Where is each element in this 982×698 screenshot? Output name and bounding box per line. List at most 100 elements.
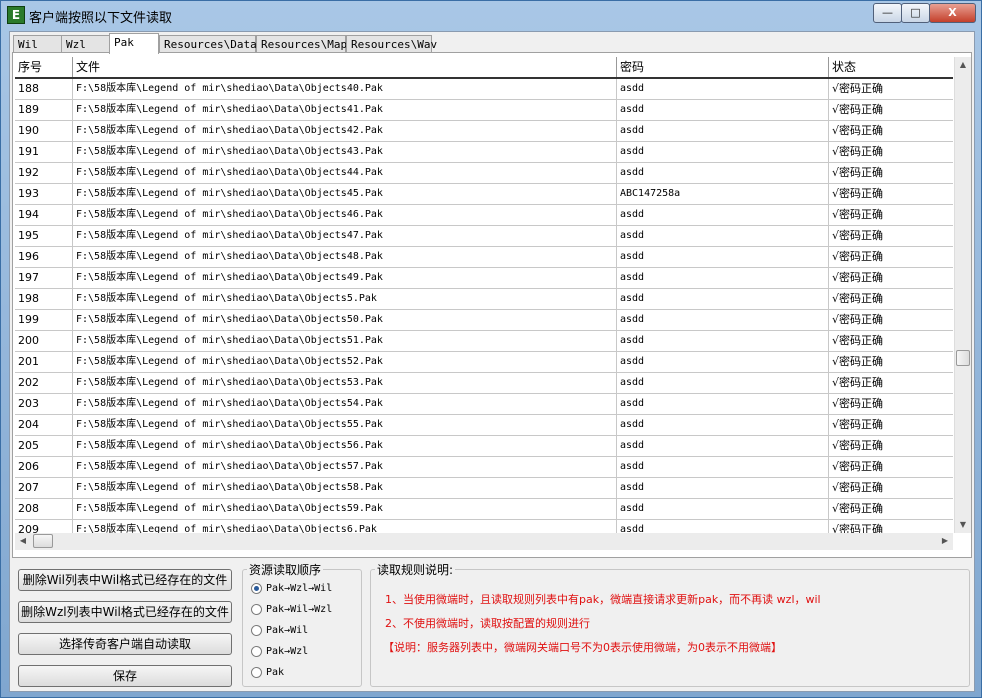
cell-status: √密码正确 [832, 439, 884, 452]
scroll-up-icon[interactable]: ▲ [955, 57, 971, 73]
cell-password: asdd [617, 352, 829, 372]
radio-icon[interactable] [251, 667, 262, 678]
scroll-down-icon[interactable]: ▼ [955, 517, 971, 533]
radio-checked-icon[interactable] [251, 583, 262, 594]
tab-wil[interactable]: Wil [13, 35, 62, 52]
cell-index: 205 [15, 436, 73, 456]
vertical-scrollbar[interactable]: ▲ ▼ [954, 57, 971, 533]
cell-password: asdd [617, 520, 829, 533]
cell-index: 204 [15, 415, 73, 435]
cell-index: 198 [15, 289, 73, 309]
horizontal-scrollbar[interactable]: ◀ ▶ [15, 533, 953, 550]
cell-password: asdd [617, 121, 829, 141]
minimize-button[interactable]: — [873, 3, 902, 23]
title-bar[interactable]: E 客户端按照以下文件读取 — □ X [1, 1, 981, 29]
cell-status: √密码正确 [832, 166, 884, 179]
table-row[interactable]: 188 F:\58版本库\Legend of mir\shediao\Data\O… [15, 79, 953, 100]
table-row[interactable]: 209 F:\58版本库\Legend of mir\shediao\Data\O… [15, 520, 953, 533]
delete-wzl-button[interactable]: 删除Wzl列表中Wil格式已经存在的文件 [18, 601, 232, 623]
cell-file: F:\58版本库\Legend of mir\shediao\Data\Obje… [73, 100, 617, 120]
cell-file: F:\58版本库\Legend of mir\shediao\Data\Obje… [73, 121, 617, 141]
rules-title: 读取规则说明: [375, 561, 456, 578]
table-row[interactable]: 197 F:\58版本库\Legend of mir\shediao\Data\O… [15, 268, 953, 289]
column-header-status[interactable]: 状态 [829, 57, 953, 77]
cell-index: 201 [15, 352, 73, 372]
table-row[interactable]: 200 F:\58版本库\Legend of mir\shediao\Data\O… [15, 331, 953, 352]
cell-file: F:\58版本库\Legend of mir\shediao\Data\Obje… [73, 415, 617, 435]
maximize-button[interactable]: □ [901, 3, 930, 23]
table-row[interactable]: 198 F:\58版本库\Legend of mir\shediao\Data\O… [15, 289, 953, 310]
column-header-password[interactable]: 密码 [617, 57, 829, 77]
scroll-right-icon[interactable]: ▶ [937, 533, 953, 549]
cell-status: √密码正确 [832, 187, 884, 200]
cell-file: F:\58版本库\Legend of mir\shediao\Data\Obje… [73, 457, 617, 477]
tab-resources-wav[interactable]: Resources\Wav [346, 35, 437, 52]
cell-password: asdd [617, 205, 829, 225]
cell-status: √密码正确 [832, 418, 884, 431]
cell-status: √密码正确 [832, 397, 884, 410]
radio-label: Pak→Wil [266, 625, 309, 636]
table-row[interactable]: 196 F:\58版本库\Legend of mir\shediao\Data\O… [15, 247, 953, 268]
table-row[interactable]: 194 F:\58版本库\Legend of mir\shediao\Data\O… [15, 205, 953, 226]
table-row[interactable]: 193 F:\58版本库\Legend of mir\shediao\Data\O… [15, 184, 953, 205]
table-row[interactable]: 207 F:\58版本库\Legend of mir\shediao\Data\O… [15, 478, 953, 499]
cell-status: √密码正确 [832, 82, 884, 95]
cell-file: F:\58版本库\Legend of mir\shediao\Data\Obje… [73, 373, 617, 393]
table-row[interactable]: 205 F:\58版本库\Legend of mir\shediao\Data\O… [15, 436, 953, 457]
cell-index: 200 [15, 331, 73, 351]
radio-label: Pak→Wil→Wzl [266, 604, 333, 615]
tab-wzl[interactable]: Wzl [61, 35, 110, 52]
tab-resources-data[interactable]: Resources\Data [159, 35, 257, 52]
table-row[interactable]: 189 F:\58版本库\Legend of mir\shediao\Data\O… [15, 100, 953, 121]
table-row[interactable]: 199 F:\58版本库\Legend of mir\shediao\Data\O… [15, 310, 953, 331]
cell-file: F:\58版本库\Legend of mir\shediao\Data\Obje… [73, 436, 617, 456]
horizontal-scroll-thumb[interactable] [33, 534, 53, 548]
table-row[interactable]: 201 F:\58版本库\Legend of mir\shediao\Data\O… [15, 352, 953, 373]
radio-label: Pak [266, 667, 285, 678]
table-row[interactable]: 190 F:\58版本库\Legend of mir\shediao\Data\O… [15, 121, 953, 142]
cell-password: asdd [617, 79, 829, 99]
table-row[interactable]: 192 F:\58版本库\Legend of mir\shediao\Data\O… [15, 163, 953, 184]
table-row[interactable]: 203 F:\58版本库\Legend of mir\shediao\Data\O… [15, 394, 953, 415]
cell-status: √密码正确 [832, 460, 884, 473]
tab-resources-map[interactable]: Resources\Map [256, 35, 347, 52]
tab-pak[interactable]: Pak [109, 33, 159, 54]
scroll-left-icon[interactable]: ◀ [15, 533, 31, 549]
cell-status: √密码正确 [832, 145, 884, 158]
cell-index: 192 [15, 163, 73, 183]
rules-group: 读取规则说明: 1、当使用微端时，且读取规则列表中有pak，微端直接请求更新pa… [370, 561, 970, 687]
radio-icon[interactable] [251, 604, 262, 615]
cell-file: F:\58版本库\Legend of mir\shediao\Data\Obje… [73, 499, 617, 519]
select-client-button[interactable]: 选择传奇客户端自动读取 [18, 633, 232, 655]
rule-note-1: 1、当使用微端时，且读取规则列表中有pak，微端直接请求更新pak，而不再读 w… [385, 593, 821, 606]
cell-file: F:\58版本库\Legend of mir\shediao\Data\Obje… [73, 520, 617, 533]
cell-password: asdd [617, 142, 829, 162]
cell-file: F:\58版本库\Legend of mir\shediao\Data\Obje… [73, 205, 617, 225]
cell-index: 189 [15, 100, 73, 120]
table-row[interactable]: 191 F:\58版本库\Legend of mir\shediao\Data\O… [15, 142, 953, 163]
radio-icon[interactable] [251, 646, 262, 657]
read-order-title: 资源读取顺序 [247, 561, 324, 578]
table-row[interactable]: 208 F:\58版本库\Legend of mir\shediao\Data\O… [15, 499, 953, 520]
cell-status: √密码正确 [832, 124, 884, 137]
vertical-scroll-thumb[interactable] [956, 350, 970, 366]
cell-password: asdd [617, 163, 829, 183]
close-button[interactable]: X [929, 3, 976, 23]
table-row[interactable]: 202 F:\58版本库\Legend of mir\shediao\Data\O… [15, 373, 953, 394]
cell-file: F:\58版本库\Legend of mir\shediao\Data\Obje… [73, 289, 617, 309]
table-row[interactable]: 195 F:\58版本库\Legend of mir\shediao\Data\O… [15, 226, 953, 247]
column-header-file[interactable]: 文件 [73, 57, 617, 77]
cell-password: asdd [617, 394, 829, 414]
cell-index: 190 [15, 121, 73, 141]
cell-file: F:\58版本库\Legend of mir\shediao\Data\Obje… [73, 310, 617, 330]
column-header-index[interactable]: 序号 [15, 57, 73, 77]
radio-icon[interactable] [251, 625, 262, 636]
cell-index: 197 [15, 268, 73, 288]
cell-password: asdd [617, 478, 829, 498]
delete-wil-button[interactable]: 删除Wil列表中Wil格式已经存在的文件 [18, 569, 232, 591]
cell-status: √密码正确 [832, 376, 884, 389]
cell-index: 202 [15, 373, 73, 393]
save-button[interactable]: 保存 [18, 665, 232, 687]
table-row[interactable]: 204 F:\58版本库\Legend of mir\shediao\Data\O… [15, 415, 953, 436]
table-row[interactable]: 206 F:\58版本库\Legend of mir\shediao\Data\O… [15, 457, 953, 478]
